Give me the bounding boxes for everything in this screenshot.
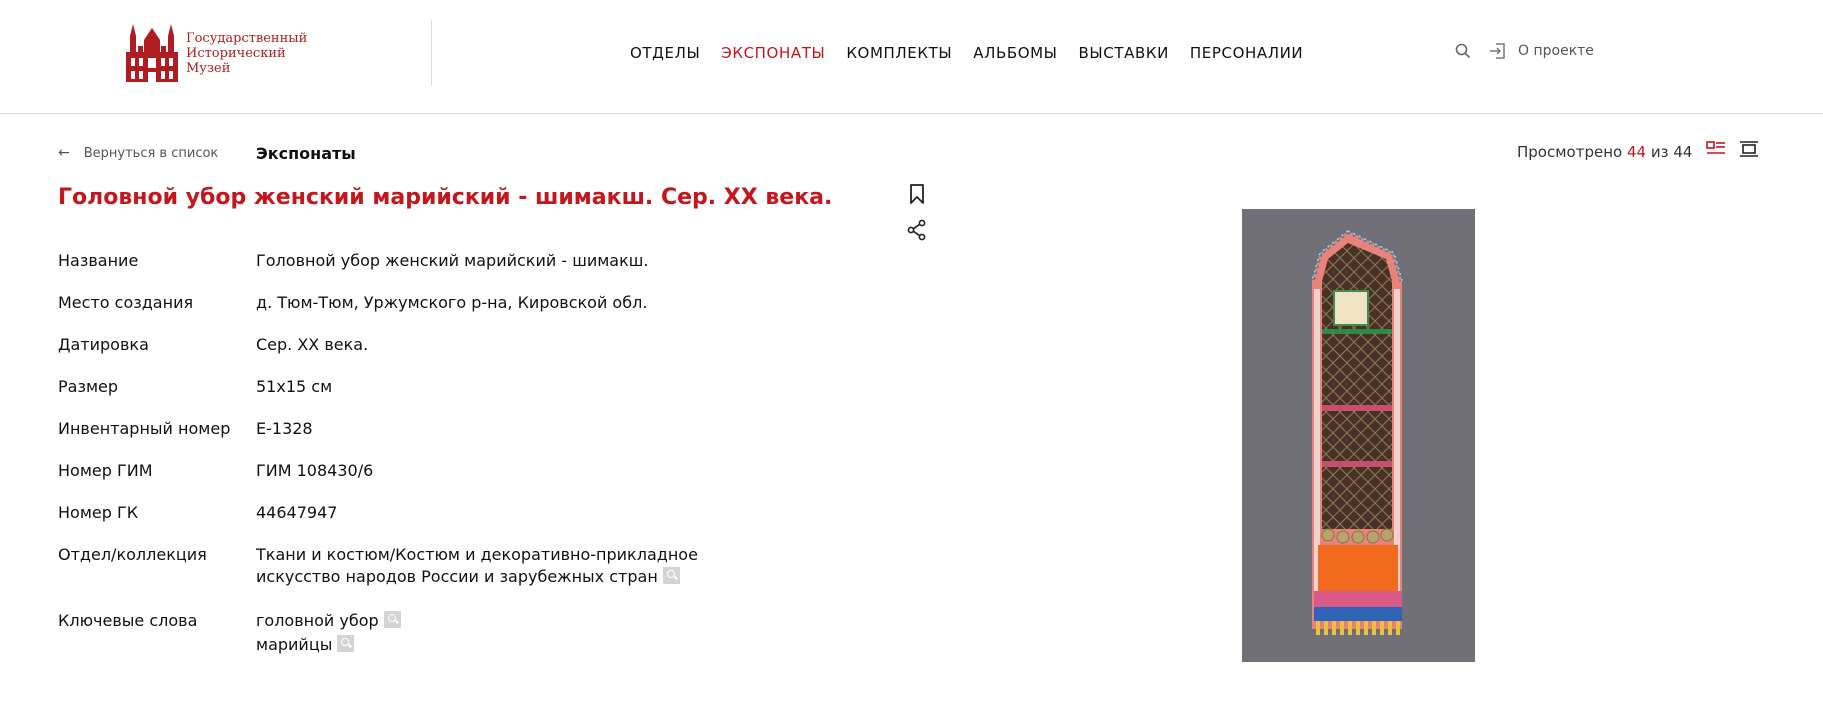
- nav-item-exhibits[interactable]: ЭКСПОНАТЫ: [721, 44, 825, 62]
- keyword-link[interactable]: марийцы: [256, 635, 332, 654]
- nav-item-sets[interactable]: КОМПЛЕКТЫ: [846, 44, 952, 62]
- viewed-prefix: Просмотрено: [1517, 143, 1623, 161]
- item-actions: [906, 183, 928, 245]
- view-mode-switch: [1706, 140, 1759, 162]
- property-row: Место создания д. Тюм-Тюм, Уржумского р-…: [58, 292, 898, 334]
- property-row: Размер 51х15 см: [58, 376, 898, 418]
- logo-line: Исторический: [186, 45, 286, 61]
- property-value: Ткани и костюм/Костюм и декоративно-прик…: [256, 544, 898, 610]
- back-to-list-link[interactable]: ← Вернуться в список: [58, 145, 218, 161]
- search-tag-icon[interactable]: [337, 635, 355, 652]
- property-key: Инвентарный номер: [58, 419, 231, 438]
- property-row: Номер ГИМ ГИМ 108430/6: [58, 460, 898, 502]
- property-value: 44647947: [256, 503, 338, 522]
- property-value: Е-1328: [256, 419, 313, 438]
- view-list-button[interactable]: [1706, 140, 1726, 162]
- item-photo[interactable]: [1242, 209, 1475, 662]
- headdress-image: [1242, 209, 1475, 662]
- logo-text: Государственный Исторический Музей: [186, 31, 307, 76]
- property-row: Датировка Сер. XX века.: [58, 334, 898, 376]
- property-key: Ключевые слова: [58, 611, 198, 630]
- header-tools: О проекте: [1454, 41, 1594, 61]
- arrow-left-icon: ←: [58, 145, 70, 161]
- header-divider: [431, 20, 432, 86]
- bookmark-button[interactable]: [906, 183, 928, 209]
- keywords-list: головной убор марийцы: [256, 610, 898, 656]
- item-title: Головной убор женский марийский - шимакш…: [58, 185, 833, 210]
- detail-view-icon: [1740, 141, 1758, 157]
- keyword-item: марийцы: [256, 634, 898, 656]
- property-key: Отдел/коллекция: [58, 545, 207, 564]
- property-key: Номер ГК: [58, 503, 139, 522]
- property-value: д. Тюм-Тюм, Уржумского р-на, Кировской о…: [256, 293, 648, 312]
- about-link[interactable]: О проекте: [1488, 41, 1594, 61]
- property-value: Сер. XX века.: [256, 335, 369, 354]
- section-title: Экспонаты: [256, 144, 356, 163]
- search-tag-icon[interactable]: [383, 611, 401, 628]
- property-row: Название Головной убор женский марийский…: [58, 250, 898, 292]
- sign-in-icon: [1490, 43, 1505, 59]
- back-label: Вернуться в список: [83, 145, 219, 161]
- site-header: Государственный Исторический Музей ОТДЕЛ…: [0, 0, 1823, 114]
- list-view-icon: [1706, 141, 1725, 154]
- main-nav: ОТДЕЛЫ ЭКСПОНАТЫ КОМПЛЕКТЫ АЛЬБОМЫ ВЫСТА…: [630, 44, 1324, 62]
- nav-item-exhibitions[interactable]: ВЫСТАВКИ: [1079, 44, 1169, 62]
- search-icon: [1455, 43, 1471, 59]
- property-row: Номер ГК 44647947: [58, 502, 898, 544]
- property-row-collection: Отдел/коллекция Ткани и костюм/Костюм и …: [58, 544, 898, 610]
- property-value: 51х15 см: [256, 377, 333, 396]
- viewed-total: 44: [1673, 143, 1693, 161]
- keyword-link[interactable]: головной убор: [256, 611, 379, 630]
- keyword-item: головной убор: [256, 610, 898, 632]
- share-button[interactable]: [906, 219, 928, 245]
- property-key: Датировка: [58, 335, 149, 354]
- logo-line: Государственный: [186, 30, 308, 46]
- logo-line: Музей: [186, 60, 231, 76]
- collection-link[interactable]: Ткани и костюм/Костюм и декоративно-прик…: [256, 545, 698, 586]
- viewed-current: 44: [1626, 143, 1647, 161]
- museum-logo[interactable]: Государственный Исторический Музей: [124, 22, 314, 84]
- viewed-sep: из: [1650, 143, 1669, 161]
- property-row: Инвентарный номер Е-1328: [58, 418, 898, 460]
- search-tag-icon[interactable]: [662, 567, 680, 584]
- bookmark-icon: [910, 184, 924, 204]
- nav-item-persons[interactable]: ПЕРСОНАЛИИ: [1190, 44, 1303, 62]
- property-value: ГИМ 108430/6: [256, 461, 374, 480]
- property-key: Размер: [58, 377, 119, 396]
- search-button[interactable]: [1454, 42, 1472, 60]
- museum-building-icon: [126, 24, 178, 82]
- viewed-counter: Просмотрено 44 из 44: [1517, 143, 1692, 161]
- property-key: Место создания: [58, 293, 194, 312]
- item-properties: Название Головной убор женский марийский…: [58, 250, 898, 656]
- property-row-keywords: Ключевые слова головной убор марийцы: [58, 610, 898, 656]
- property-key: Название: [58, 251, 139, 270]
- about-label: О проекте: [1518, 43, 1594, 59]
- view-detail-button[interactable]: [1739, 140, 1759, 162]
- property-value: Головной убор женский марийский - шимакш…: [256, 251, 649, 270]
- nav-item-albums[interactable]: АЛЬБОМЫ: [973, 44, 1057, 62]
- property-key: Номер ГИМ: [58, 461, 153, 480]
- share-icon: [907, 219, 926, 241]
- nav-item-departments[interactable]: ОТДЕЛЫ: [630, 44, 700, 62]
